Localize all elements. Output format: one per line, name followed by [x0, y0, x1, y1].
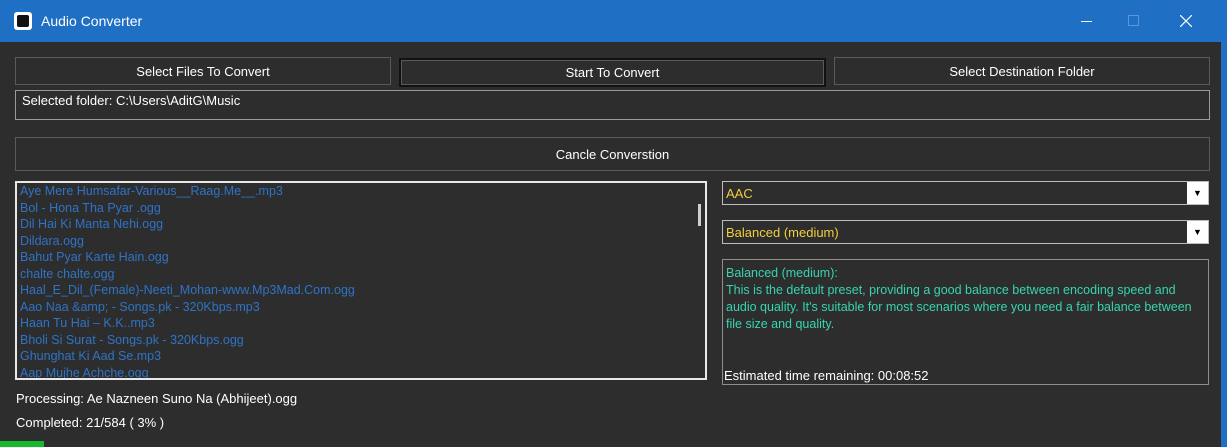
window-border — [1221, 42, 1227, 447]
file-list[interactable]: Aye Mere Humsafar-Various__Raag.Me__.mp3… — [15, 181, 707, 380]
list-item[interactable]: Aao Naa &amp; - Songs.pk - 320Kbps.mp3 — [17, 299, 705, 316]
progress-fill — [0, 441, 45, 447]
completed-label: Completed: 21/584 ( 3% ) — [16, 415, 165, 430]
list-item[interactable]: Ghunghat Ki Aad Se.mp3 — [17, 348, 705, 365]
list-item[interactable]: Bahut Pyar Karte Hain.ogg — [17, 249, 705, 266]
minimize-button[interactable] — [1064, 0, 1110, 42]
select-files-button[interactable]: Select Files To Convert — [15, 57, 391, 85]
close-icon — [1180, 15, 1192, 27]
list-item[interactable]: Aap Mujhe Achche.ogg — [17, 365, 705, 379]
window-title: Audio Converter — [41, 13, 143, 29]
app-icon — [14, 12, 32, 30]
cancel-conversion-button[interactable]: Cancle Converstion — [15, 137, 1210, 171]
chevron-down-icon[interactable]: ▼ — [1187, 182, 1208, 204]
estimated-time-label: Estimated time remaining: 00:08:52 — [724, 368, 929, 383]
chevron-down-icon[interactable]: ▼ — [1187, 221, 1208, 243]
list-item[interactable]: chalte chalte.ogg — [17, 266, 705, 283]
list-item[interactable]: Bol - Hona Tha Pyar .ogg — [17, 200, 705, 217]
list-item[interactable]: Dildara.ogg — [17, 233, 705, 250]
maximize-button[interactable] — [1110, 0, 1156, 42]
close-button[interactable] — [1164, 0, 1210, 42]
preset-description-box: Balanced (medium): This is the default p… — [722, 259, 1209, 385]
list-item[interactable]: Bholi Si Surat - Songs.pk - 320Kbps.ogg — [17, 332, 705, 349]
list-item[interactable]: Dil Hai Ki Manta Nehi.ogg — [17, 216, 705, 233]
start-convert-button[interactable]: Start To Convert — [399, 58, 826, 87]
processing-label: Processing: Ae Nazneen Suno Na (Abhijeet… — [16, 391, 298, 406]
preset-value: Balanced (medium) — [726, 225, 839, 240]
preset-select[interactable]: Balanced (medium) ▼ — [722, 220, 1209, 244]
format-select[interactable]: AAC ▼ — [722, 181, 1209, 205]
file-list-scrollbar[interactable] — [698, 204, 701, 226]
select-destination-button[interactable]: Select Destination Folder — [834, 57, 1210, 85]
progress-bar — [0, 441, 1227, 447]
format-value: AAC — [726, 186, 753, 201]
title-bar: Audio Converter — [0, 0, 1227, 42]
list-item[interactable]: Aye Mere Humsafar-Various__Raag.Me__.mp3 — [17, 183, 705, 200]
selected-folder-field[interactable]: Selected folder: C:\Users\AditG\Music — [15, 90, 1210, 120]
list-item[interactable]: Haan Tu Hai – K.K..mp3 — [17, 315, 705, 332]
list-item[interactable]: Haal_E_Dil_(Female)-Neeti_Mohan-www.Mp3M… — [17, 282, 705, 299]
preset-description: Balanced (medium): This is the default p… — [726, 266, 1192, 331]
